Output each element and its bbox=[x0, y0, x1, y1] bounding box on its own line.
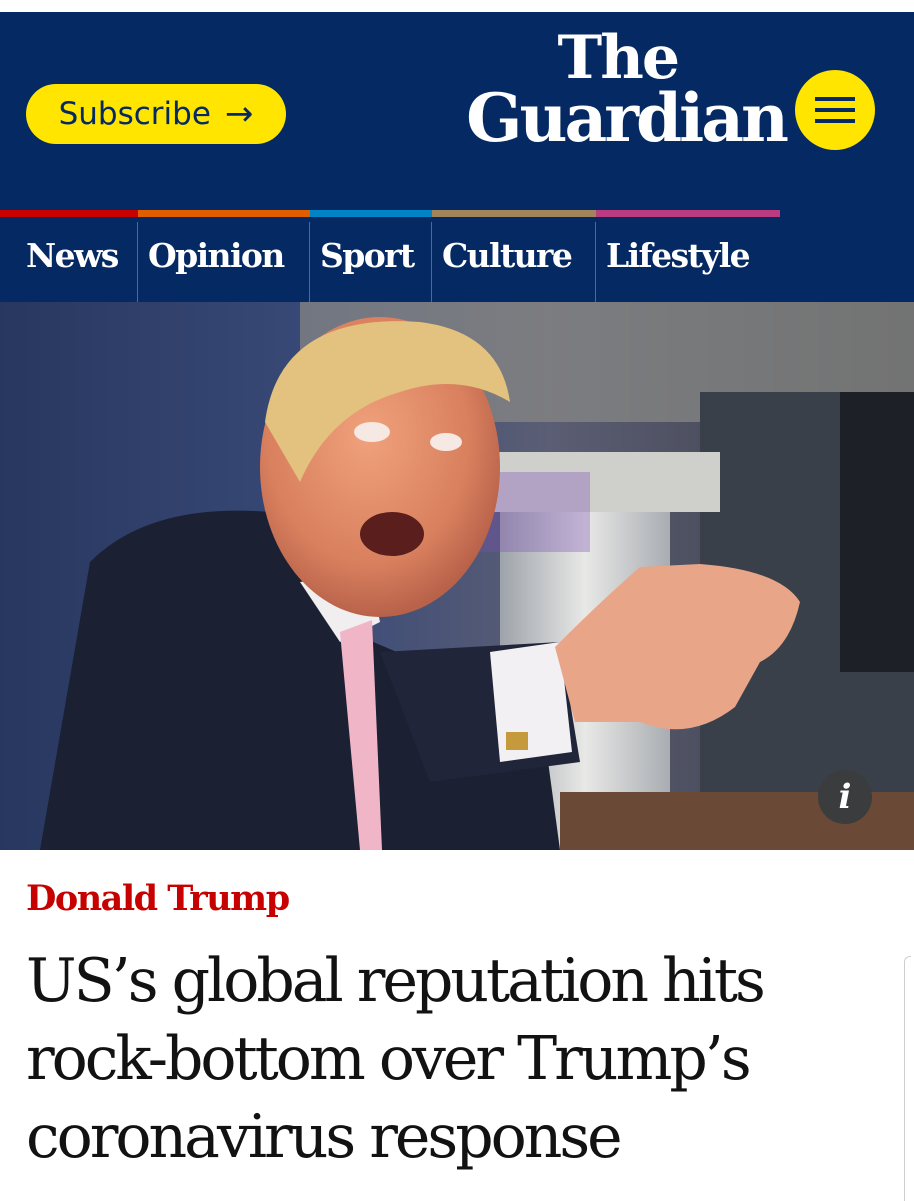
cufflink bbox=[506, 732, 528, 750]
dark-equipment bbox=[840, 392, 914, 672]
subscribe-label: Subscribe bbox=[58, 96, 211, 132]
top-spacer bbox=[0, 0, 914, 12]
nav-label-sport: Sport bbox=[320, 236, 415, 275]
info-icon: i bbox=[838, 777, 852, 817]
primary-nav: News Opinion Sport Culture Lifestyle bbox=[0, 210, 914, 302]
nav-item-news[interactable]: News bbox=[0, 210, 138, 302]
article-headline[interactable]: US’s global reputation hits rock-bottom … bbox=[26, 942, 886, 1176]
nav-label-news: News bbox=[26, 236, 119, 275]
mouth bbox=[360, 512, 424, 556]
hero-photo-illustration bbox=[0, 302, 914, 850]
nav-item-culture[interactable]: Culture bbox=[432, 210, 596, 302]
hero-image[interactable] bbox=[0, 302, 914, 850]
eye-right bbox=[430, 433, 462, 451]
arrow-right-icon: → bbox=[224, 94, 254, 134]
hamburger-menu-icon bbox=[815, 97, 855, 101]
logo-line-the: The bbox=[557, 23, 680, 93]
nav-stripe-sport bbox=[310, 210, 432, 217]
nav-item-opinion[interactable]: Opinion bbox=[138, 210, 310, 302]
nav-label-opinion: Opinion bbox=[148, 236, 285, 275]
scroll-edge bbox=[904, 956, 911, 1201]
nav-stripe-lifestyle bbox=[596, 210, 780, 217]
subscribe-button[interactable]: Subscribe → bbox=[26, 84, 286, 144]
menu-button[interactable] bbox=[795, 70, 875, 150]
logo-line-guardian: Guardian bbox=[466, 79, 789, 157]
hamburger-menu-icon-bar-3 bbox=[815, 119, 855, 123]
guardian-logo[interactable]: The Guardian bbox=[430, 23, 790, 170]
nav-stripe-news bbox=[0, 210, 138, 217]
eye-left bbox=[354, 422, 390, 442]
nav-item-lifestyle[interactable]: Lifestyle bbox=[596, 210, 780, 302]
site-header: Subscribe → The Guardian bbox=[0, 12, 914, 210]
nav-label-lifestyle: Lifestyle bbox=[606, 236, 751, 275]
nav-label-culture: Culture bbox=[442, 236, 573, 275]
article-kicker[interactable]: Donald Trump bbox=[26, 878, 290, 919]
nav-item-sport[interactable]: Sport bbox=[310, 210, 432, 302]
nav-stripe-opinion bbox=[138, 210, 310, 217]
nav-stripe-culture bbox=[432, 210, 596, 217]
hamburger-menu-icon-bar-2 bbox=[815, 108, 855, 112]
image-info-button[interactable]: i bbox=[818, 770, 872, 824]
